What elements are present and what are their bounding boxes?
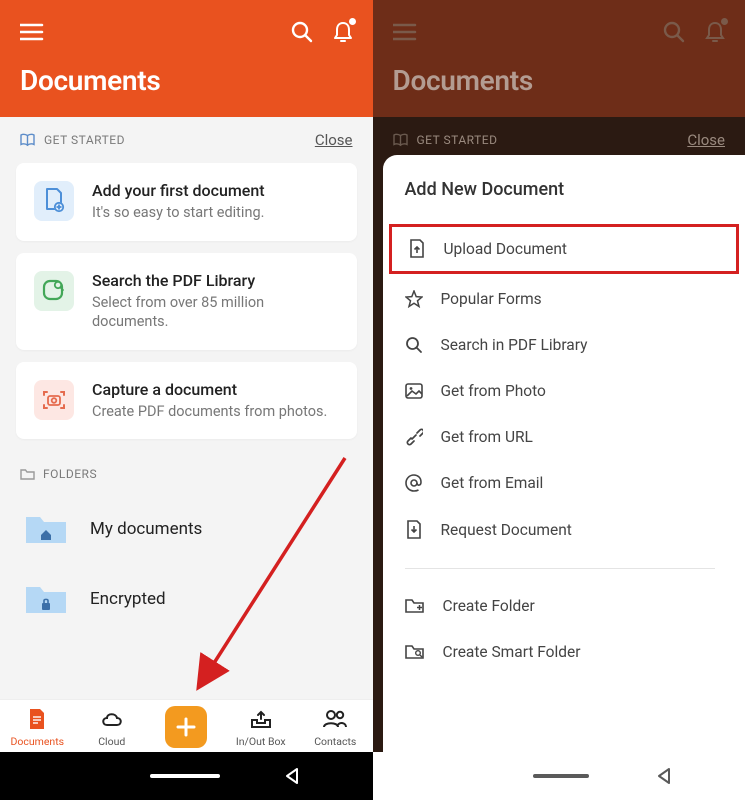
search-library-icon [34, 271, 74, 311]
search-icon [663, 21, 685, 43]
search-icon[interactable] [291, 21, 313, 43]
menu-icon[interactable] [20, 23, 44, 41]
tray-icon [249, 706, 273, 732]
folder-my-documents[interactable]: My documents [0, 495, 373, 565]
home-handle[interactable] [150, 774, 220, 778]
folder-encrypted[interactable]: Encrypted [0, 565, 373, 635]
upload-document-icon [408, 239, 426, 259]
sheet-title: Add New Document [383, 179, 745, 222]
sheet-item-label: Get from Photo [441, 382, 546, 400]
bottom-nav: Documents Cloud In/Out Box Contacts [0, 699, 373, 752]
card-add-document[interactable]: Add your first document It's so easy to … [16, 163, 357, 241]
sheet-divider [405, 568, 715, 569]
cloud-icon [99, 706, 125, 732]
sheet-item-label: Popular Forms [441, 290, 542, 308]
folder-lock-icon [24, 581, 68, 617]
close-link-dimmed: Close [687, 131, 725, 149]
page-title: Documents [20, 64, 353, 97]
folder-outline-icon [20, 468, 35, 481]
back-icon[interactable] [655, 767, 673, 785]
card-title: Add your first document [92, 181, 265, 200]
get-started-label: GET STARTED [44, 133, 125, 147]
page-title-dimmed: Documents [393, 64, 726, 97]
document-filled-icon [27, 706, 47, 732]
sheet-get-from-photo[interactable]: Get from Photo [383, 368, 745, 414]
sheet-request-document[interactable]: Request Document [383, 506, 745, 554]
card-subtitle: Create PDF documents from photos. [92, 403, 327, 422]
system-nav-bar [373, 752, 745, 800]
plus-icon [165, 706, 207, 748]
folders-label: FOLDERS [43, 467, 97, 481]
nav-documents[interactable]: Documents [5, 706, 69, 748]
card-title: Search the PDF Library [92, 271, 339, 290]
book-icon [20, 133, 36, 147]
card-capture-document[interactable]: Capture a document Create PDF documents … [16, 362, 357, 440]
system-nav-bar [0, 752, 373, 800]
screen-documents: Documents GET STARTED Close Add your fir… [0, 0, 373, 800]
book-icon [393, 133, 409, 147]
sheet-get-from-url[interactable]: Get from URL [383, 414, 745, 460]
back-icon[interactable] [283, 767, 301, 785]
sheet-item-label: Upload Document [444, 240, 568, 258]
link-icon [405, 428, 423, 446]
nav-add-fab[interactable] [154, 706, 218, 748]
home-handle[interactable] [533, 774, 589, 778]
sheet-item-label: Request Document [441, 521, 572, 539]
sheet-popular-forms[interactable]: Popular Forms [383, 276, 745, 322]
contacts-icon [322, 706, 348, 732]
menu-icon [393, 23, 417, 41]
photo-icon [405, 383, 423, 399]
nav-contacts[interactable]: Contacts [303, 706, 367, 748]
screen-add-new-document: Documents GET STARTED Close Add New Docu… [373, 0, 745, 800]
sheet-item-label: Search in PDF Library [441, 336, 588, 354]
sheet-item-label: Create Folder [443, 597, 535, 615]
star-icon [405, 290, 423, 308]
folders-header: FOLDERS [0, 451, 373, 495]
sheet-create-folder[interactable]: Create Folder [383, 583, 745, 629]
get-started-header: GET STARTED Close [0, 117, 373, 163]
folder-label: My documents [90, 519, 202, 539]
card-search-library[interactable]: Search the PDF Library Select from over … [16, 253, 357, 350]
nav-label: Cloud [98, 735, 125, 748]
nav-inout[interactable]: In/Out Box [229, 706, 293, 748]
request-document-icon [405, 520, 423, 540]
bell-icon[interactable] [333, 21, 353, 43]
card-subtitle: It's so easy to start editing. [92, 204, 265, 223]
sheet-search-library[interactable]: Search in PDF Library [383, 322, 745, 368]
sheet-item-label: Get from URL [441, 428, 533, 446]
smart-folder-icon [405, 644, 425, 660]
search-icon [405, 336, 423, 354]
sheet-create-smart-folder[interactable]: Create Smart Folder [383, 629, 745, 675]
sheet-item-label: Get from Email [441, 474, 544, 492]
nav-label: In/Out Box [236, 735, 286, 748]
folder-home-icon [24, 511, 68, 547]
create-folder-icon [405, 598, 425, 614]
at-icon [405, 474, 423, 492]
app-header: Documents [0, 0, 373, 117]
card-title: Capture a document [92, 380, 327, 399]
add-document-sheet: Add New Document Upload Document Popular… [383, 155, 745, 800]
get-started-label: GET STARTED [417, 133, 498, 147]
app-header-dimmed: Documents [373, 0, 745, 117]
add-document-icon [34, 181, 74, 221]
nav-label: Documents [10, 735, 64, 748]
sheet-item-label: Create Smart Folder [443, 643, 581, 661]
bell-icon [705, 21, 725, 43]
nav-cloud[interactable]: Cloud [80, 706, 144, 748]
close-link[interactable]: Close [315, 131, 353, 149]
sheet-upload-document[interactable]: Upload Document [389, 224, 740, 274]
nav-label: Contacts [314, 735, 356, 748]
card-subtitle: Select from over 85 million documents. [92, 294, 339, 332]
sheet-get-from-email[interactable]: Get from Email [383, 460, 745, 506]
folder-label: Encrypted [90, 589, 166, 609]
capture-icon [34, 380, 74, 420]
